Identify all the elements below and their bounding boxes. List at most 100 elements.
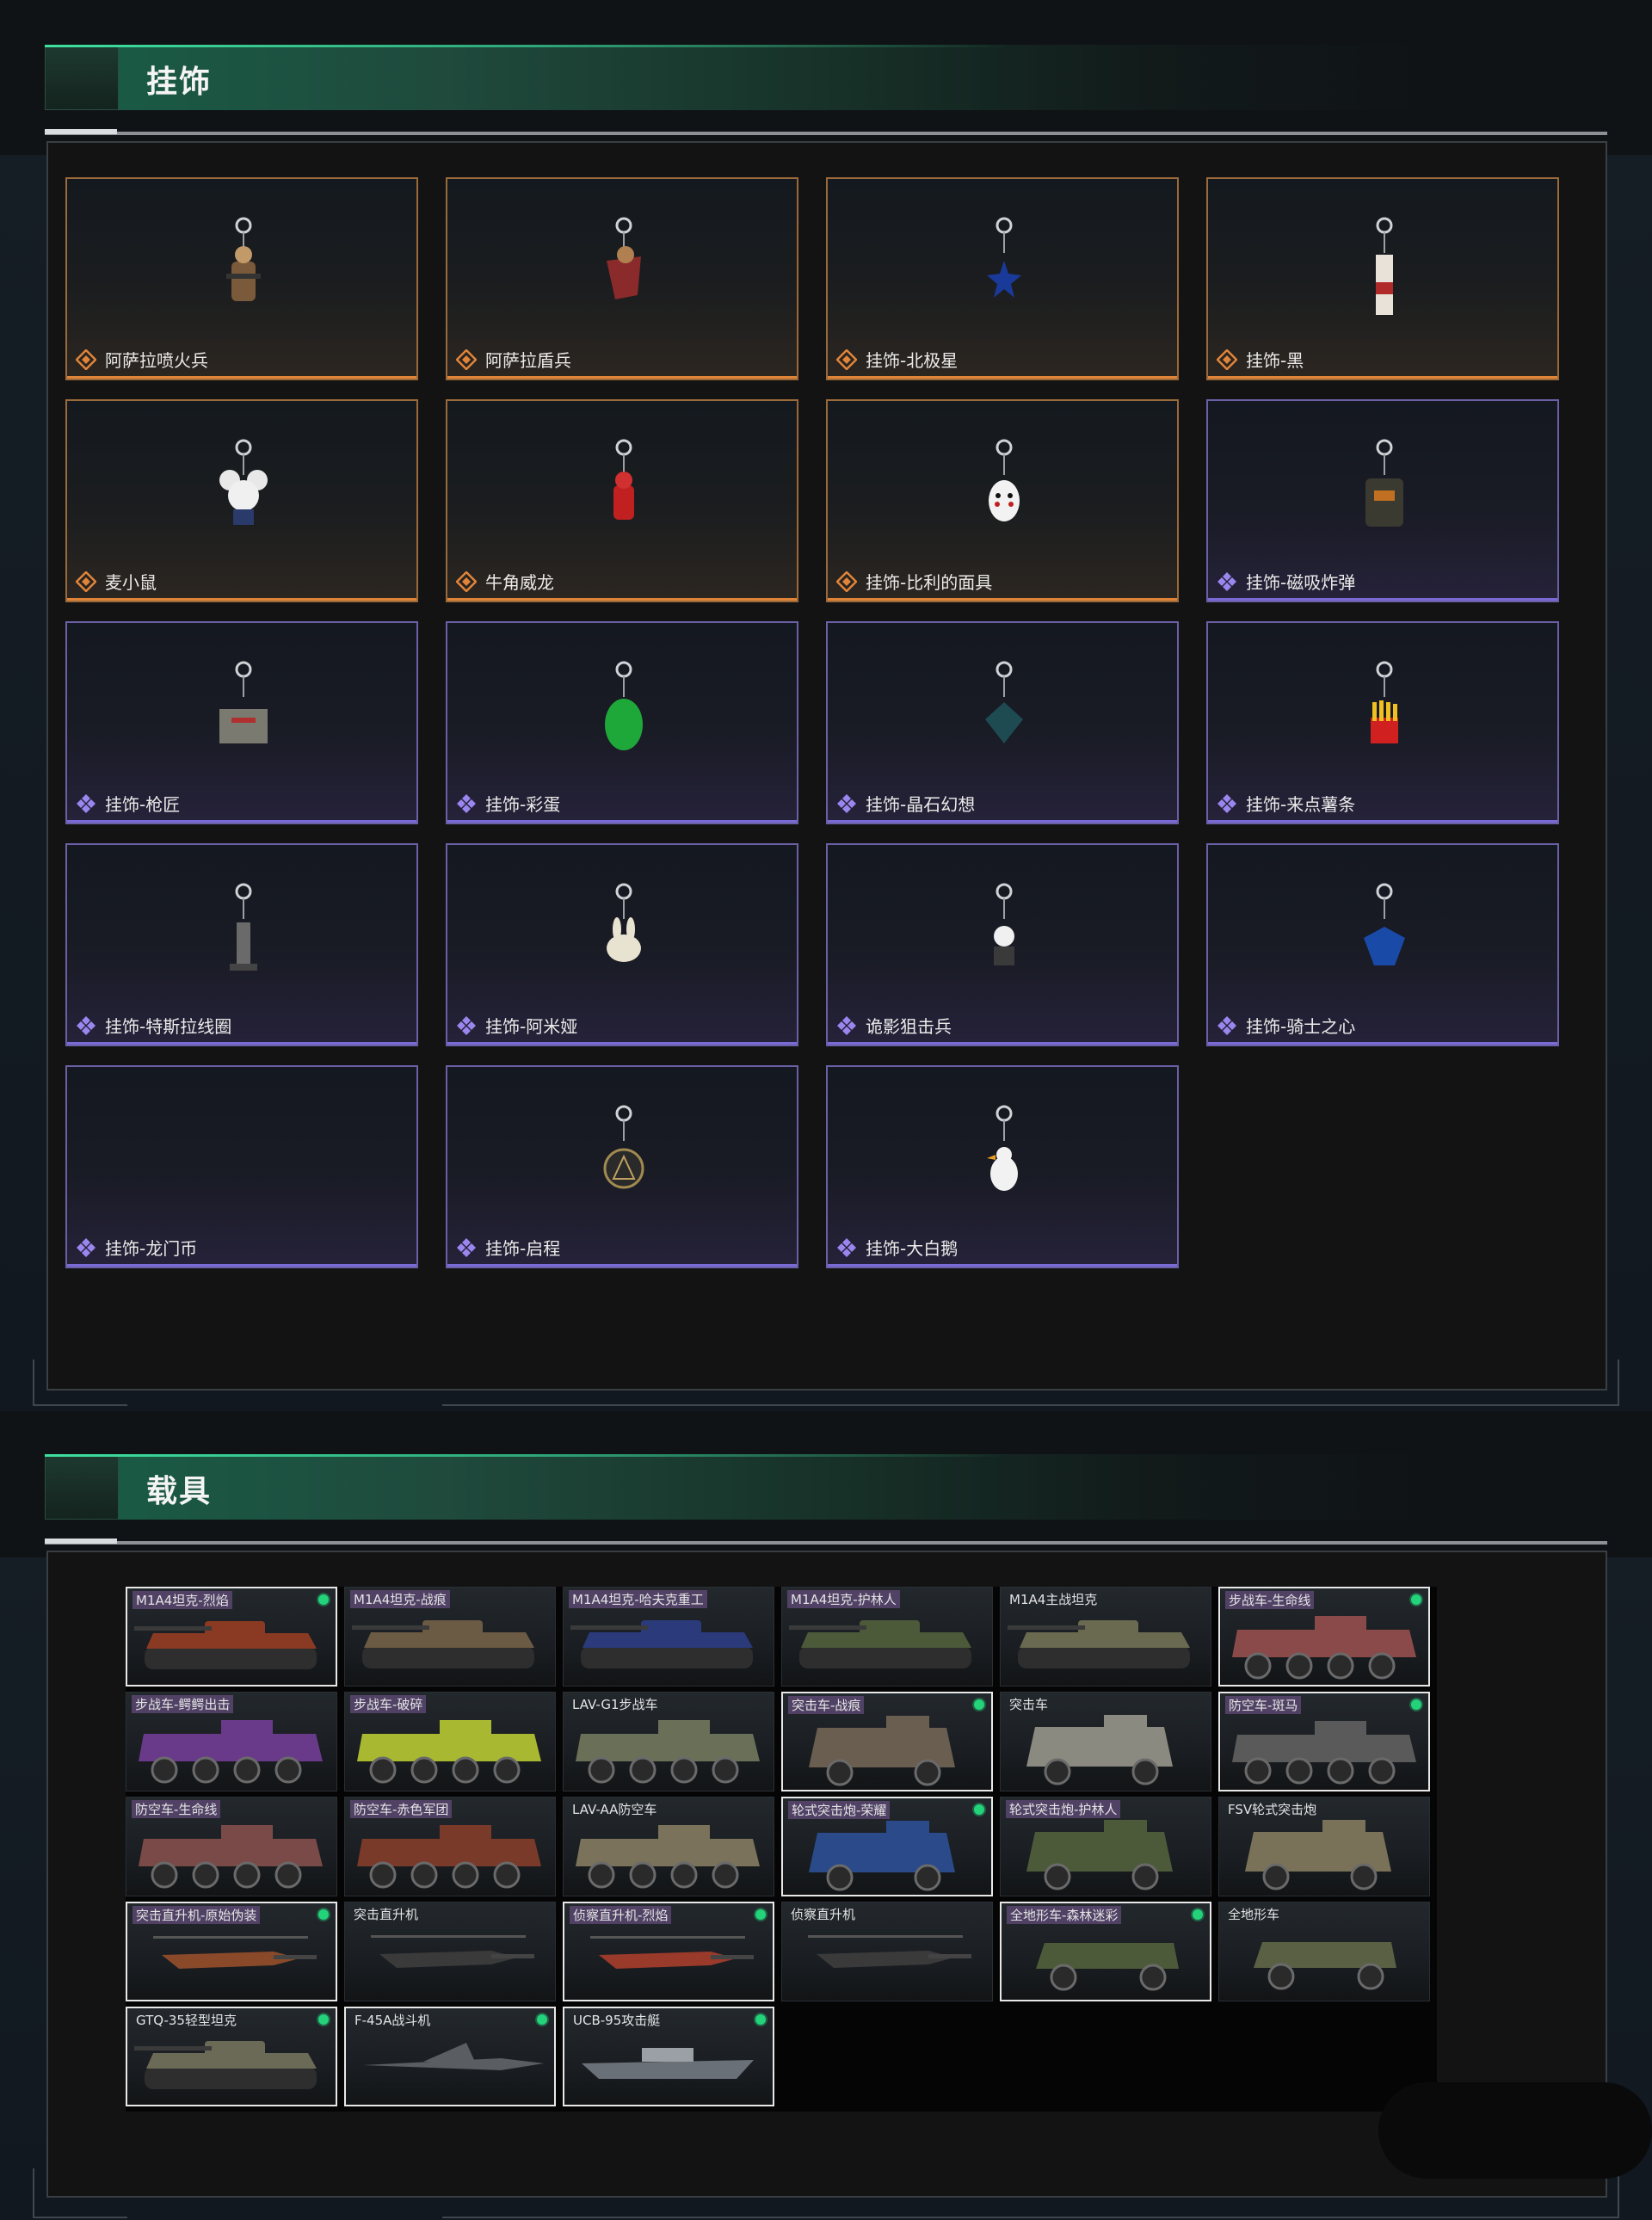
vehicle-card[interactable]: 全地形车	[1218, 1902, 1430, 2001]
charm-label: 挂饰-比利的面具	[866, 572, 993, 593]
section-header-topline	[45, 45, 1008, 47]
medallion-charm-icon	[603, 1105, 644, 1189]
rarity-orange-icon	[836, 571, 857, 592]
owned-indicator-dot	[318, 1909, 329, 1920]
vehicle-card[interactable]: F-45A战斗机	[344, 2007, 556, 2106]
rarity-purple-icon	[77, 1238, 96, 1257]
rarity-underline	[67, 376, 416, 379]
vehicle-card[interactable]: M1A4主战坦克	[1000, 1587, 1211, 1687]
vehicle-card[interactable]: UCB-95攻击艇	[563, 2007, 774, 2106]
charm-card[interactable]: 挂饰-黑	[1206, 177, 1559, 380]
rarity-underline	[447, 1042, 797, 1045]
vehicle-card[interactable]: LAV-AA防空车	[563, 1797, 774, 1896]
charm-card[interactable]: 挂饰-晶石幻想	[826, 621, 1179, 824]
star-charm-icon	[987, 217, 1021, 298]
rarity-purple-icon	[1217, 1016, 1236, 1035]
vehicle-label: 突击车-战痕	[788, 1696, 865, 1714]
vehicle-card[interactable]: 突击车	[1000, 1692, 1211, 1791]
rarity-orange-icon	[76, 349, 96, 370]
charm-card[interactable]: 牛角威龙	[446, 399, 798, 602]
vehicle-card[interactable]: M1A4坦克-战痕	[344, 1587, 556, 1687]
vehicle-card[interactable]: 侦察直升机	[781, 1902, 993, 2001]
rarity-orange-icon	[456, 571, 477, 592]
rarity-underline	[447, 820, 797, 823]
vehicle-card[interactable]: FSV轮式突击炮	[1218, 1797, 1430, 1896]
section-header-square	[45, 1454, 119, 1520]
vehicle-card[interactable]: LAV-G1步战车	[563, 1692, 774, 1791]
charm-label: 挂饰-特斯拉线圈	[105, 1016, 232, 1037]
charm-label: 挂饰-黑	[1246, 350, 1304, 371]
crystal-charm-icon	[985, 661, 1023, 743]
soldier-charm-icon	[226, 217, 261, 301]
vehicle-card[interactable]: 轮式突击炮-护林人	[1000, 1797, 1211, 1896]
mask-charm-icon	[989, 439, 1020, 521]
owned-indicator-dot	[755, 1909, 766, 1920]
vehicle-label: 步战车-破碎	[350, 1695, 427, 1713]
vehicle-card[interactable]: 突击车-战痕	[781, 1692, 993, 1791]
vehicle-card[interactable]: 突击直升机	[344, 1902, 556, 2001]
vehicle-label: 突击车	[1009, 1697, 1049, 1712]
rarity-purple-icon	[77, 1016, 96, 1035]
charm-card[interactable]: 挂饰-启程	[446, 1065, 798, 1268]
vehicle-card[interactable]: M1A4坦克-护林人	[781, 1587, 993, 1687]
charm-label: 挂饰-龙门币	[105, 1238, 198, 1259]
vehicle-card[interactable]: 防空车-赤色军团	[344, 1797, 556, 1896]
vehicle-card[interactable]: 防空车-斑马	[1218, 1692, 1430, 1791]
vehicle-label: 防空车-赤色军团	[350, 1800, 453, 1818]
vehicle-card[interactable]: M1A4坦克-烈焰	[126, 1587, 337, 1687]
charm-label: 挂饰-晶石幻想	[866, 794, 976, 815]
charm-label: 诡影狙击兵	[866, 1016, 952, 1037]
owned-indicator-dot	[1411, 1699, 1421, 1710]
vehicle-label: UCB-95攻击艇	[573, 2013, 661, 2028]
coin-charm-icon	[200, 1101, 287, 1222]
charm-card[interactable]: 挂饰-比利的面具	[826, 399, 1179, 602]
vehicle-card[interactable]: 突击直升机-原始伪装	[126, 1902, 337, 2001]
section-header-bar	[119, 1454, 1421, 1520]
rarity-underline	[1208, 820, 1557, 823]
vehicle-label: 全地形车-森林迷彩	[1007, 1906, 1122, 1924]
tesla-coil-charm-icon	[230, 883, 257, 971]
knight-heart-charm-icon	[1364, 883, 1405, 965]
charm-card[interactable]: 挂饰-彩蛋	[446, 621, 798, 824]
rarity-underline	[67, 1264, 416, 1267]
charm-card[interactable]: 挂饰-枪匠	[65, 621, 418, 824]
charms-section-title: 挂饰	[146, 65, 213, 100]
vehicle-card[interactable]: 全地形车-森林迷彩	[1000, 1902, 1211, 2001]
charm-card[interactable]: 挂饰-大白鹅	[826, 1065, 1179, 1268]
charm-card[interactable]: 诡影狙击兵	[826, 843, 1179, 1046]
rarity-underline	[447, 1264, 797, 1267]
vehicle-card[interactable]: 侦察直升机-烈焰	[563, 1902, 774, 2001]
rarity-purple-icon	[1217, 794, 1236, 813]
charm-card[interactable]: 挂饰-北极星	[826, 177, 1179, 380]
charm-card[interactable]: 阿萨拉盾兵	[446, 177, 798, 380]
charm-label: 挂饰-骑士之心	[1246, 1016, 1356, 1037]
fries-charm-icon	[1371, 661, 1398, 743]
charm-card[interactable]: 挂饰-骑士之心	[1206, 843, 1559, 1046]
rarity-purple-icon	[77, 794, 96, 813]
rarity-orange-icon	[836, 349, 857, 370]
vehicle-card[interactable]: 防空车-生命线	[126, 1797, 337, 1896]
charm-card[interactable]: 麦小鼠	[65, 399, 418, 602]
rarity-underline	[447, 598, 797, 601]
charm-card[interactable]: 挂饰-来点薯条	[1206, 621, 1559, 824]
rarity-purple-icon	[1217, 572, 1236, 591]
vehicle-card[interactable]: 步战车-鳄鳄出击	[126, 1692, 337, 1791]
vehicle-label: M1A4坦克-护林人	[787, 1590, 900, 1608]
owned-indicator-dot	[537, 2014, 547, 2025]
charm-card[interactable]: 挂饰-特斯拉线圈	[65, 843, 418, 1046]
vehicle-card[interactable]: 步战车-生命线	[1218, 1587, 1430, 1687]
vehicle-card[interactable]: GTQ-35轻型坦克	[126, 2007, 337, 2106]
charm-card[interactable]: 阿萨拉喷火兵	[65, 177, 418, 380]
rarity-orange-icon	[1217, 349, 1237, 370]
vehicle-card[interactable]: M1A4坦克-哈夫克重工	[563, 1587, 774, 1687]
charm-card[interactable]: 挂饰-龙门币	[65, 1065, 418, 1268]
vehicle-card[interactable]: 步战车-破碎	[344, 1692, 556, 1791]
charm-label: 阿萨拉喷火兵	[105, 350, 208, 371]
charm-card[interactable]: 挂饰-阿米娅	[446, 843, 798, 1046]
rarity-purple-icon	[457, 794, 476, 813]
owned-indicator-dot	[1193, 1909, 1203, 1920]
floating-action-pill[interactable]	[1378, 2082, 1652, 2179]
charm-card[interactable]: 挂饰-磁吸炸弹	[1206, 399, 1559, 602]
vehicle-card[interactable]: 轮式突击炮-荣耀	[781, 1797, 993, 1896]
vehicle-label: LAV-G1步战车	[572, 1697, 658, 1712]
